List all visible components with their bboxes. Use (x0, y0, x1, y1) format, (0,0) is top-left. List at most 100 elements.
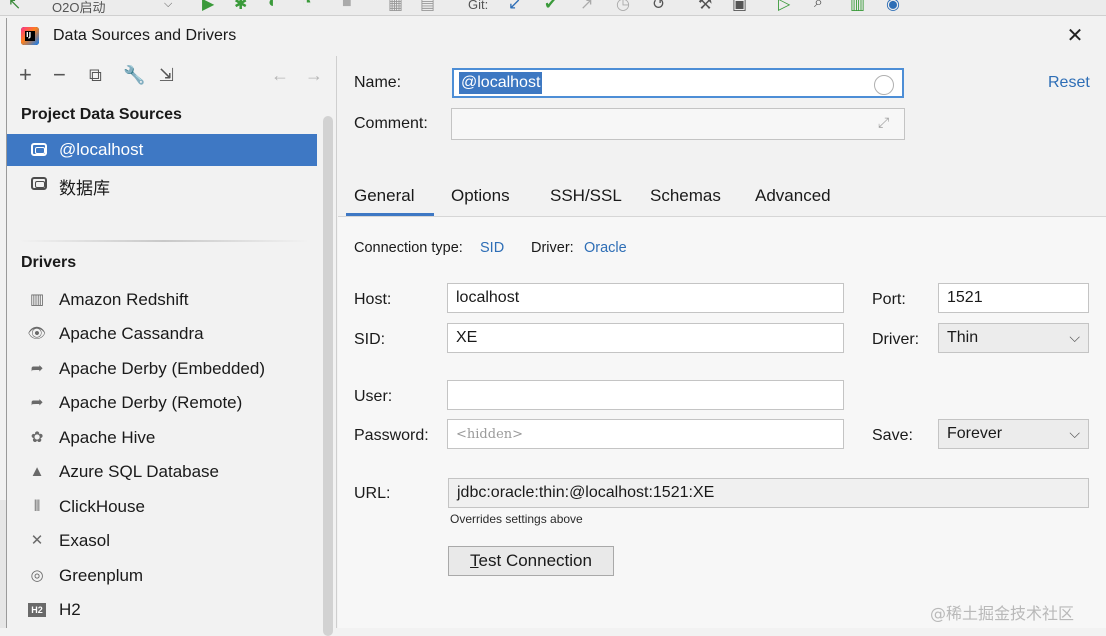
chart-icon[interactable]: ▥ (850, 0, 865, 14)
overrides-note: Overrides settings above (450, 512, 583, 526)
driver-link-label: Driver: (531, 240, 574, 256)
git-label: Git: (468, 0, 489, 12)
ide-toolbar: ↖ O2O启动 ⌵ ▶ ✱ ◐ ◔ ■ ▦ ▤ Git: ↙ ✔ ↗ ◷ ↺ ⚒… (0, 0, 1106, 16)
stop-icon[interactable]: ■ (342, 0, 352, 12)
tab-schemas[interactable]: Schemas (650, 186, 721, 206)
comment-field[interactable] (451, 108, 905, 140)
reset-link[interactable]: Reset (1048, 74, 1090, 92)
tab-general[interactable]: General (354, 186, 414, 206)
rollback-icon[interactable]: ↺ (652, 0, 665, 14)
project-selector[interactable]: O2O启动 (52, 0, 105, 15)
user-field[interactable] (447, 380, 844, 410)
expand-icon[interactable]: ⤢ (878, 114, 889, 131)
save-select[interactable]: Forever ⌵ (938, 419, 1089, 449)
dialog-titlebar: IJ Data Sources and Drivers ✕ (7, 18, 1106, 56)
remove-icon[interactable]: − (53, 63, 66, 87)
drivers-header: Drivers (21, 254, 77, 271)
sid-label: SID: (354, 331, 386, 348)
driver-item-azure-sql-database[interactable]: ▲ Azure SQL Database (7, 456, 317, 488)
driver-label: ClickHouse (59, 497, 145, 516)
derby-icon: ➦ (30, 360, 44, 377)
import-icon[interactable]: ⇲ (159, 63, 174, 87)
wrench-icon[interactable]: ⚒ (698, 0, 712, 14)
tab-options[interactable]: Options (451, 186, 510, 206)
watermark: @稀土掘金技术社区 (930, 604, 1075, 623)
driver-item-apache-hive[interactable]: ✿ Apache Hive (7, 422, 317, 454)
add-icon[interactable]: + (19, 63, 32, 87)
host-field[interactable]: localhost (447, 283, 844, 313)
data-source-item-localhost[interactable]: @localhost (7, 134, 317, 166)
driver-item-greenplum[interactable]: ◎ Greenplum (7, 560, 317, 592)
forward-arrow-icon[interactable]: → (305, 63, 323, 87)
save-label: Save: (872, 427, 913, 444)
back-arrow-icon[interactable]: ← (271, 63, 289, 87)
sid-field[interactable]: XE (447, 323, 844, 353)
redshift-icon: ▥ (29, 291, 45, 308)
left-toolbar: + − ⧉ 🔧 ⇲ ← → (7, 56, 337, 96)
tab-bar: General Options SSH/SSL Schemas Advanced (338, 174, 1106, 216)
git-update-icon[interactable]: ↙ (508, 0, 521, 14)
driver-select-value: Thin (947, 329, 979, 346)
tab-ssh-ssl[interactable]: SSH/SSL (550, 186, 622, 206)
name-value-selected: @localhost (459, 72, 543, 94)
chevron-down-icon: ⌵ (1069, 425, 1080, 441)
profile-icon[interactable]: ◔ (302, 0, 312, 12)
datasource-icon (31, 143, 47, 156)
section-divider (19, 240, 309, 242)
intellij-logo-icon: IJ (21, 27, 39, 45)
name-label: Name: (354, 74, 402, 91)
driver-label: Apache Hive (59, 428, 156, 447)
user-label: User: (354, 388, 393, 405)
build-icon[interactable]: ▦ (388, 0, 403, 14)
back-arrow-icon[interactable]: ↖ (8, 0, 21, 14)
chevron-down-icon[interactable]: ⌵ (164, 0, 172, 11)
run-config-icon[interactable]: ▷ (778, 0, 790, 14)
connection-type-label: Connection type: (354, 240, 463, 256)
azure-icon: ▲ (29, 463, 45, 480)
coverage-icon[interactable]: ◐ (268, 0, 278, 12)
git-commit-icon[interactable]: ✔ (544, 0, 557, 14)
driver-item-h2[interactable]: H2 H2 (7, 594, 317, 626)
tab-advanced[interactable]: Advanced (755, 186, 831, 206)
test-connection-label: est Connection (478, 551, 592, 570)
driver-item-apache-derby-embedded[interactable]: ➦ Apache Derby (Embedded) (7, 353, 317, 385)
url-field[interactable]: jdbc:oracle:thin:@localhost:1521:XE (448, 478, 1089, 508)
structure-icon[interactable]: ▣ (732, 0, 747, 14)
driver-label: Amazon Redshift (59, 290, 189, 309)
history-icon[interactable]: ◷ (616, 0, 630, 14)
derby-icon: ➦ (30, 394, 44, 411)
save-select-value: Forever (947, 425, 1003, 442)
git-push-icon[interactable]: ↗ (580, 0, 593, 14)
driver-item-apache-derby-remote[interactable]: ➦ Apache Derby (Remote) (7, 387, 317, 419)
greenplum-icon: ◎ (30, 567, 44, 584)
driver-item-clickhouse[interactable]: ⦀ ClickHouse (7, 491, 317, 523)
run-icon[interactable]: ▶ (202, 0, 214, 14)
properties-icon[interactable]: 🔧 (123, 63, 145, 87)
driver-item-exasol[interactable]: ✕ Exasol (7, 525, 317, 557)
password-label: Password: (354, 427, 429, 444)
left-scrollbar[interactable] (323, 116, 333, 636)
driver-link[interactable]: Oracle (584, 240, 627, 256)
driver-item-apache-cassandra[interactable]: 👁 Apache Cassandra (7, 318, 317, 350)
connection-type-link[interactable]: SID (480, 240, 504, 256)
test-connection-button[interactable]: Test Connection (448, 546, 614, 576)
data-sources-dialog: IJ Data Sources and Drivers ✕ + − ⧉ 🔧 ⇲ … (6, 18, 1106, 636)
driver-label: Azure SQL Database (59, 462, 220, 481)
clickhouse-icon: ⦀ (33, 498, 41, 515)
close-button[interactable]: ✕ (1063, 24, 1087, 48)
check-circle-icon[interactable]: ◉ (886, 0, 900, 14)
debug-icon[interactable]: ✱ (234, 0, 247, 14)
data-source-item-database[interactable]: 数据库 (7, 168, 317, 200)
driver-item-amazon-redshift[interactable]: ▥ Amazon Redshift (7, 284, 317, 316)
url-label: URL: (354, 485, 391, 502)
search-icon[interactable]: ⌕ (814, 0, 823, 12)
password-field[interactable] (447, 419, 844, 449)
duplicate-icon[interactable]: ⧉ (89, 63, 102, 87)
driver-label: Apache Cassandra (59, 324, 204, 343)
port-field[interactable]: 1521 (938, 283, 1089, 313)
driver-label: Apache Derby (Remote) (59, 393, 243, 412)
left-pane: + − ⧉ 🔧 ⇲ ← → Project Data Sources @loca… (7, 56, 337, 636)
build-all-icon[interactable]: ▤ (420, 0, 435, 14)
driver-select[interactable]: Thin ⌵ (938, 323, 1089, 353)
test-connection-mnemonic: T (470, 551, 479, 570)
